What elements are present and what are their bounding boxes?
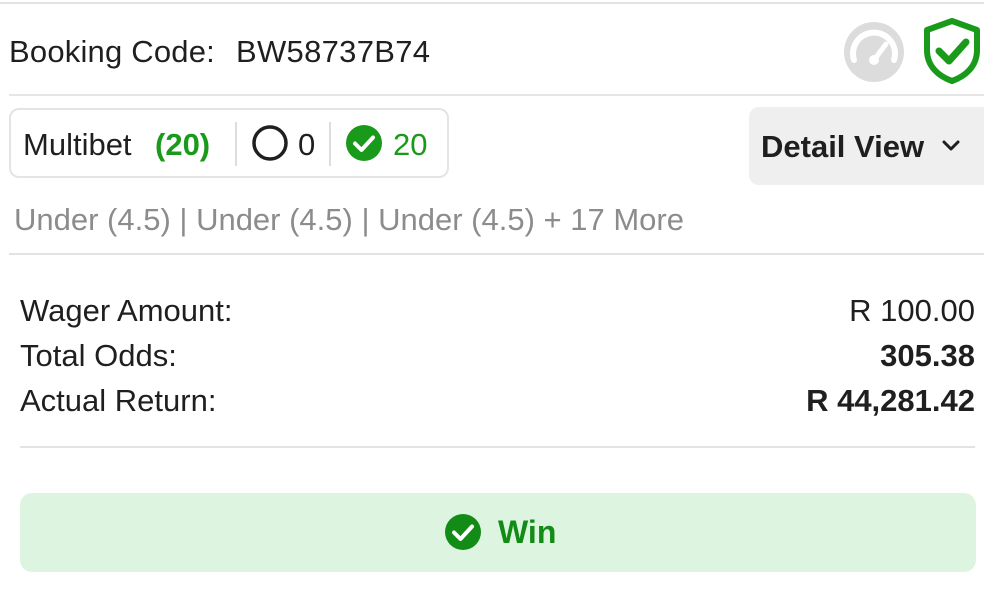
actual-return-value: R 44,281.42: [806, 383, 975, 418]
multibet-count: (20): [155, 127, 211, 162]
actual-return-label: Actual Return:: [20, 383, 217, 418]
wager-amount-label: Wager Amount:: [20, 293, 233, 328]
top-divider: [0, 2, 984, 4]
result-label: Win: [498, 514, 557, 550]
separator: [329, 122, 331, 166]
wager-amount-value: R 100.00: [849, 293, 975, 328]
won-legs-count: 20: [393, 127, 428, 162]
check-circle-icon: [445, 514, 481, 550]
multibet-label: Multibet: [23, 127, 132, 162]
divider: [9, 94, 984, 96]
shield-check-icon[interactable]: [922, 18, 982, 84]
booking-code-label: Booking Code:: [9, 34, 215, 69]
check-circle-icon: [346, 125, 382, 161]
booking-code-value[interactable]: BW58737B74: [236, 34, 430, 70]
total-odds-label: Total Odds:: [20, 338, 177, 373]
divider: [20, 446, 975, 448]
circle-outline-icon: [252, 125, 288, 161]
separator: [235, 122, 237, 166]
detail-view-label: Detail View: [761, 129, 925, 164]
result-banner: Win: [20, 493, 976, 572]
booking-code-row: Booking Code: BW58737B74: [0, 6, 984, 94]
speedometer-icon[interactable]: [842, 20, 906, 84]
divider: [9, 253, 984, 255]
detail-view-button[interactable]: Detail View: [749, 107, 984, 185]
multibet-summary: Multibet (20) 0 20: [9, 108, 449, 178]
open-legs-count: 0: [298, 127, 316, 162]
total-odds-value: 305.38: [880, 338, 975, 373]
selections-summary[interactable]: Under (4.5) | Under (4.5) | Under (4.5) …: [14, 202, 684, 238]
chevron-down-icon: [942, 140, 960, 151]
